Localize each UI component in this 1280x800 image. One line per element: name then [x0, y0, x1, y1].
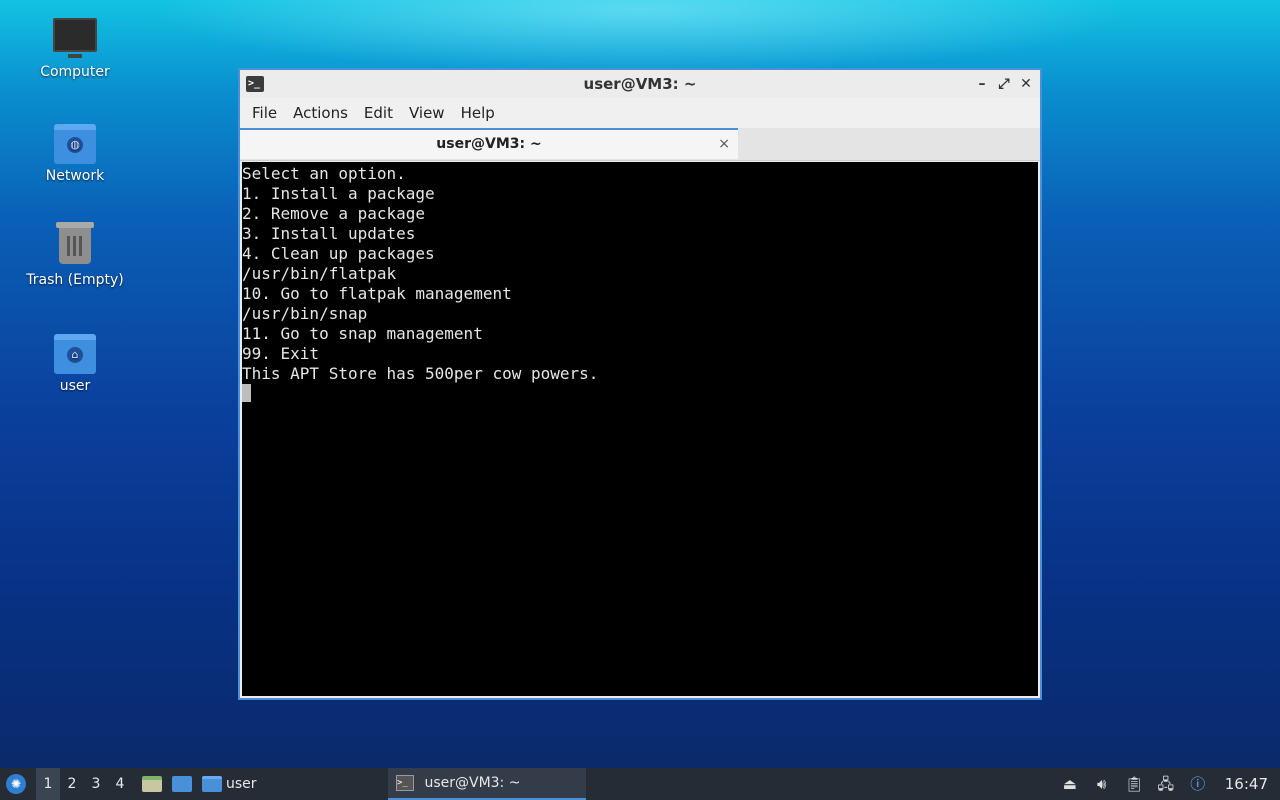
- network-folder-icon: ◍: [54, 124, 96, 164]
- tab-bar: user@VM3: ~ ×: [240, 128, 1040, 161]
- terminal-cursor: [242, 384, 251, 402]
- system-tray: ⏏ 🔊︎ 📋︎ 🖧︎ ⓘ 16:47: [1061, 768, 1280, 800]
- menu-bar: File Actions Edit View Help: [240, 98, 1040, 128]
- show-desktop-icon[interactable]: [172, 776, 192, 792]
- terminal-line: 11. Go to snap management: [242, 324, 483, 343]
- start-menu-icon[interactable]: ✺: [6, 774, 26, 794]
- terminal-line: 99. Exit: [242, 344, 320, 363]
- volume-icon[interactable]: 🔊︎: [1093, 775, 1111, 793]
- desktop-icon-trash[interactable]: Trash (Empty): [20, 222, 130, 288]
- menu-file[interactable]: File: [244, 104, 285, 122]
- desktop-icon-user-home[interactable]: ⌂ user: [20, 334, 130, 394]
- maximize-button[interactable]: ⤢: [996, 70, 1012, 98]
- terminal-output[interactable]: Select an option. 1. Install a package 2…: [242, 162, 1038, 696]
- close-button[interactable]: ✕: [1018, 70, 1034, 98]
- clock[interactable]: 16:47: [1225, 775, 1268, 793]
- terminal-line: Select an option.: [242, 164, 406, 183]
- menu-actions[interactable]: Actions: [285, 104, 356, 122]
- terminal-line: 3. Install updates: [242, 224, 416, 243]
- task-label: user@VM3: ~: [424, 775, 521, 791]
- window-title: user@VM3: ~: [583, 75, 697, 93]
- taskbar: ✺ 1 2 3 4 user >_ user@VM3: ~ ⏏ 🔊︎ 📋︎ 🖧︎…: [0, 768, 1280, 800]
- taskbar-window-terminal[interactable]: >_ user@VM3: ~: [388, 768, 586, 800]
- clipboard-icon[interactable]: 📋︎: [1125, 775, 1144, 793]
- terminal-window[interactable]: >_ user@VM3: ~ – ⤢ ✕ File Actions Edit V…: [238, 68, 1042, 700]
- workspace-4[interactable]: 4: [108, 768, 132, 800]
- desktop-icon-label: Computer: [40, 64, 110, 80]
- menu-edit[interactable]: Edit: [356, 104, 401, 122]
- folder-launcher-icon[interactable]: [202, 776, 222, 792]
- eject-icon[interactable]: ⏏: [1061, 775, 1079, 793]
- terminal-app-icon: >_: [396, 775, 414, 791]
- trash-icon: [56, 222, 94, 264]
- terminal-line: /usr/bin/flatpak: [242, 264, 397, 283]
- terminal-line: 2. Remove a package: [242, 204, 426, 223]
- terminal-line: This APT Store has 500per cow powers.: [242, 364, 599, 383]
- workspace-3[interactable]: 3: [84, 768, 108, 800]
- desktop-icon-label: Trash (Empty): [26, 272, 124, 288]
- terminal-line: 1. Install a package: [242, 184, 435, 203]
- desktop-icon-label: Network: [45, 168, 105, 184]
- file-manager-launcher-icon[interactable]: [142, 776, 162, 792]
- desktop-icon-computer[interactable]: Computer: [20, 18, 130, 80]
- menu-view[interactable]: View: [401, 104, 453, 122]
- tab-title: user@VM3: ~: [436, 136, 542, 152]
- terminal-tab[interactable]: user@VM3: ~ ×: [240, 128, 738, 159]
- terminal-line: 4. Clean up packages: [242, 244, 435, 263]
- terminal-app-icon: >_: [246, 76, 264, 92]
- home-folder-icon: ⌂: [54, 334, 96, 374]
- computer-icon: [53, 18, 97, 58]
- update-notifier-icon[interactable]: ⓘ: [1189, 775, 1207, 793]
- network-icon[interactable]: 🖧︎: [1157, 775, 1175, 793]
- tab-close-icon[interactable]: ×: [718, 130, 730, 158]
- minimize-button[interactable]: –: [974, 70, 990, 98]
- workspace-1[interactable]: 1: [36, 768, 60, 800]
- window-titlebar[interactable]: >_ user@VM3: ~ – ⤢ ✕: [240, 70, 1040, 98]
- desktop-icon-network[interactable]: ◍ Network: [20, 124, 130, 184]
- folder-launcher-label[interactable]: user: [226, 776, 257, 792]
- desktop-icon-label: user: [59, 378, 91, 394]
- menu-help[interactable]: Help: [453, 104, 503, 122]
- workspace-2[interactable]: 2: [60, 768, 84, 800]
- terminal-line: /usr/bin/snap: [242, 304, 368, 323]
- terminal-line: 10. Go to flatpak management: [242, 284, 512, 303]
